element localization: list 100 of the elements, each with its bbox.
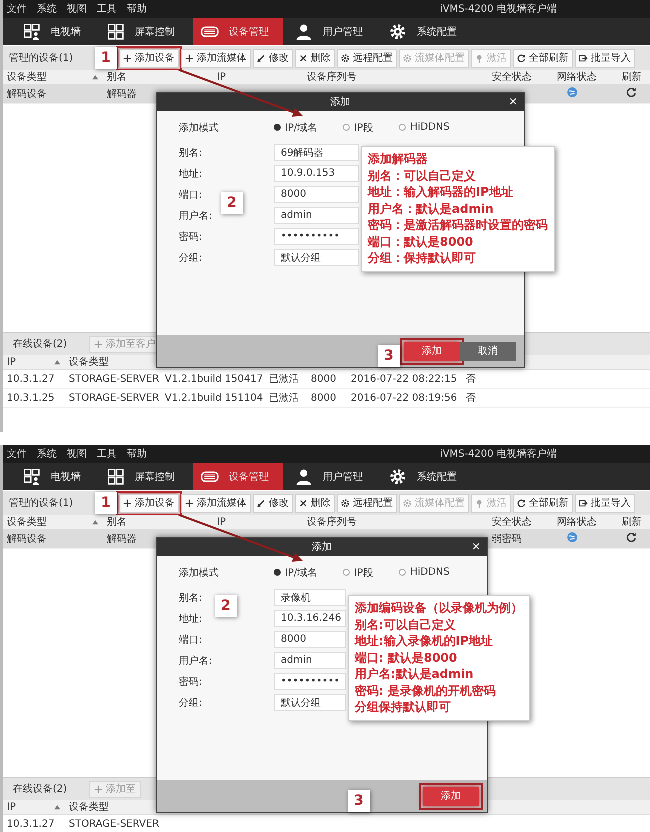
- radio-button[interactable]: IP/域名: [274, 566, 318, 580]
- toolbar-button[interactable]: 添加设备: [119, 494, 179, 512]
- toolbar-button[interactable]: 全部刷新: [513, 48, 573, 68]
- nav-tab[interactable]: 设备管理: [193, 18, 283, 45]
- column-header[interactable]: 安全状态: [492, 70, 532, 84]
- nav-tab[interactable]: 屏幕控制: [99, 463, 189, 490]
- input-field[interactable]: 10.9.0.153: [274, 165, 359, 182]
- table-cell: V1.2.1build 150417: [165, 374, 264, 384]
- radio-button[interactable]: IP段: [343, 120, 374, 134]
- table-cell: 弱密码: [492, 534, 522, 545]
- toolbar-button[interactable]: 批量导入: [575, 48, 635, 68]
- add-button[interactable]: 添加: [404, 342, 460, 360]
- step-number: 3: [378, 345, 400, 367]
- input-field[interactable]: 默认分组: [274, 694, 346, 711]
- toolbar-button[interactable]: 修改: [253, 494, 293, 512]
- field-label: 密码:: [179, 676, 202, 690]
- column-header[interactable]: 设备类型: [7, 70, 47, 84]
- column-header[interactable]: 别名: [107, 515, 127, 529]
- menu-item[interactable]: 帮助: [127, 447, 147, 461]
- column-header[interactable]: 设备类型: [69, 800, 109, 814]
- nav-tab[interactable]: 用户管理: [287, 18, 377, 45]
- input-field[interactable]: ••••••••••: [274, 228, 359, 245]
- column-header[interactable]: 安全状态: [492, 515, 532, 529]
- column-header[interactable]: 别名: [107, 70, 127, 84]
- add-button[interactable]: 添加: [423, 786, 479, 806]
- nav-tab[interactable]: 屏幕控制: [99, 18, 189, 45]
- table-cell: 解码设备: [7, 89, 47, 100]
- column-header[interactable]: IP: [7, 802, 16, 812]
- column-header[interactable]: 刷新: [622, 70, 642, 84]
- input-field[interactable]: admin: [274, 652, 346, 669]
- table-cell: STORAGE-SERVER: [69, 374, 160, 384]
- close-button[interactable]: ×: [508, 95, 518, 108]
- table-cell: 8000: [311, 392, 336, 404]
- toolbar-button[interactable]: 删除: [295, 48, 335, 68]
- menu-item[interactable]: 视图: [67, 447, 87, 461]
- nav-tab[interactable]: 电视墙: [15, 463, 95, 490]
- input-field[interactable]: admin: [274, 207, 359, 224]
- refresh-icon: [626, 532, 637, 543]
- radio-button[interactable]: IP段: [343, 566, 374, 580]
- sort-icon: [54, 804, 61, 810]
- radio-button[interactable]: HiDDNS: [399, 567, 450, 578]
- input-field[interactable]: 8000: [274, 631, 346, 648]
- column-header[interactable]: 设备类型: [7, 515, 47, 529]
- toolbar-button[interactable]: 批量导入: [575, 494, 635, 512]
- column-header[interactable]: IP: [217, 516, 226, 528]
- column-header[interactable]: 设备序列号: [307, 515, 357, 529]
- close-button[interactable]: ×: [472, 540, 481, 553]
- menu-item[interactable]: 系统: [37, 447, 57, 461]
- radio-button[interactable]: HiDDNS: [399, 122, 450, 133]
- menu-item[interactable]: 工具: [97, 447, 117, 461]
- input-field[interactable]: 69解码器: [274, 144, 359, 161]
- radio-button[interactable]: IP/域名: [274, 120, 318, 134]
- table-cell: V1.2.1build 151104: [165, 392, 264, 404]
- field-label: 添加模式: [179, 566, 219, 579]
- menu-item[interactable]: 工具: [97, 2, 117, 16]
- menu-item[interactable]: 帮助: [127, 2, 147, 16]
- menu-item[interactable]: 视图: [67, 2, 87, 16]
- column-header[interactable]: 设备序列号: [307, 70, 357, 84]
- table-cell: 10.3.1.25: [7, 392, 55, 404]
- toolbar-button[interactable]: 删除: [295, 494, 335, 512]
- toolbar-button[interactable]: 添加流媒体: [181, 494, 251, 512]
- input-field[interactable]: ••••••••••: [274, 673, 346, 690]
- toolbar-button[interactable]: 添加流媒体: [181, 48, 251, 68]
- input-field[interactable]: 8000: [274, 186, 359, 203]
- input-field[interactable]: 录像机: [274, 589, 346, 606]
- nav-tab[interactable]: 用户管理: [287, 463, 377, 490]
- menu-item[interactable]: 文件: [7, 447, 27, 461]
- input-field[interactable]: 10.3.16.246: [274, 610, 346, 627]
- sort-icon: [54, 360, 61, 364]
- toolbar-button[interactable]: 修改: [253, 48, 293, 68]
- table-cell: STORAGE-SERVER: [69, 392, 160, 404]
- refresh-icon: [517, 498, 526, 508]
- nav-tab[interactable]: 系统配置: [381, 18, 471, 45]
- gear-icon: [341, 498, 350, 508]
- step-number: 1: [95, 492, 117, 514]
- refresh-icon: [517, 54, 526, 62]
- nav-tab[interactable]: 设备管理: [193, 463, 283, 490]
- field-label: 端口:: [179, 634, 202, 648]
- pin-icon: [475, 54, 484, 62]
- menu-item[interactable]: 系统: [37, 2, 57, 16]
- globe-icon: [567, 532, 578, 543]
- field-label: 密码:: [179, 230, 202, 244]
- column-header[interactable]: 设备类型: [69, 355, 109, 369]
- toolbar-button[interactable]: 远程配置: [337, 494, 397, 512]
- nav-tab[interactable]: 电视墙: [15, 18, 95, 45]
- panel-title: 管理的设备(1): [8, 497, 74, 510]
- column-header[interactable]: 网络状态: [557, 515, 597, 529]
- toolbar-button[interactable]: 远程配置: [337, 48, 397, 68]
- toolbar-button[interactable]: 全部刷新: [513, 494, 573, 512]
- plus-icon: [185, 498, 194, 508]
- menu-item[interactable]: 文件: [7, 2, 27, 16]
- cancel-button[interactable]: 取消: [460, 342, 516, 360]
- panel-title: 管理的设备(1): [8, 52, 74, 65]
- column-header[interactable]: IP: [7, 356, 16, 368]
- column-header[interactable]: 刷新: [622, 515, 642, 529]
- input-field[interactable]: 默认分组: [274, 249, 359, 266]
- column-header[interactable]: 网络状态: [557, 70, 597, 84]
- column-header[interactable]: IP: [217, 72, 226, 82]
- toolbar-button[interactable]: 添加设备: [119, 48, 179, 68]
- nav-tab[interactable]: 系统配置: [381, 463, 471, 490]
